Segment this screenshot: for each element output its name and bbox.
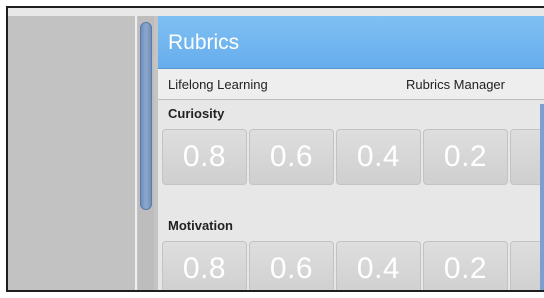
- panel-title: Rubrics: [168, 31, 240, 54]
- rating-option[interactable]: 0.4: [336, 129, 421, 185]
- rating-scale-motivation: 0.8 0.6 0.4 0.2 0: [162, 241, 544, 290]
- rating-option[interactable]: 0.6: [249, 241, 334, 290]
- rating-option[interactable]: 0: [510, 129, 544, 185]
- column-divider: [135, 16, 137, 290]
- rating-option[interactable]: 0.4: [336, 241, 421, 290]
- rating-option[interactable]: 0.2: [423, 241, 508, 290]
- top-strip: [8, 8, 544, 16]
- rating-option[interactable]: 0.8: [162, 241, 247, 290]
- breadcrumb-rubrics-manager[interactable]: Rubrics Manager: [406, 77, 505, 92]
- rubrics-panel: Rubrics Lifelong Learning Rubrics Manage…: [158, 16, 544, 290]
- panel-scroll-edge[interactable]: [540, 104, 544, 290]
- rating-option[interactable]: 0: [510, 241, 544, 290]
- scroll-thumb[interactable]: [140, 22, 152, 210]
- left-pane: [8, 16, 136, 290]
- panel-header: Rubrics: [158, 16, 544, 69]
- app-frame: Rubrics Lifelong Learning Rubrics Manage…: [6, 6, 544, 292]
- breadcrumb-lifelong-learning[interactable]: Lifelong Learning: [168, 77, 268, 92]
- rating-scale-curiosity: 0.8 0.6 0.4 0.2 0: [162, 129, 544, 185]
- rating-option[interactable]: 0.6: [249, 129, 334, 185]
- section-label-motivation: Motivation: [168, 218, 233, 233]
- rating-option[interactable]: 0.8: [162, 129, 247, 185]
- breadcrumb: Lifelong Learning Rubrics Manager: [158, 69, 544, 100]
- rating-option[interactable]: 0.2: [423, 129, 508, 185]
- section-label-curiosity: Curiosity: [168, 106, 225, 121]
